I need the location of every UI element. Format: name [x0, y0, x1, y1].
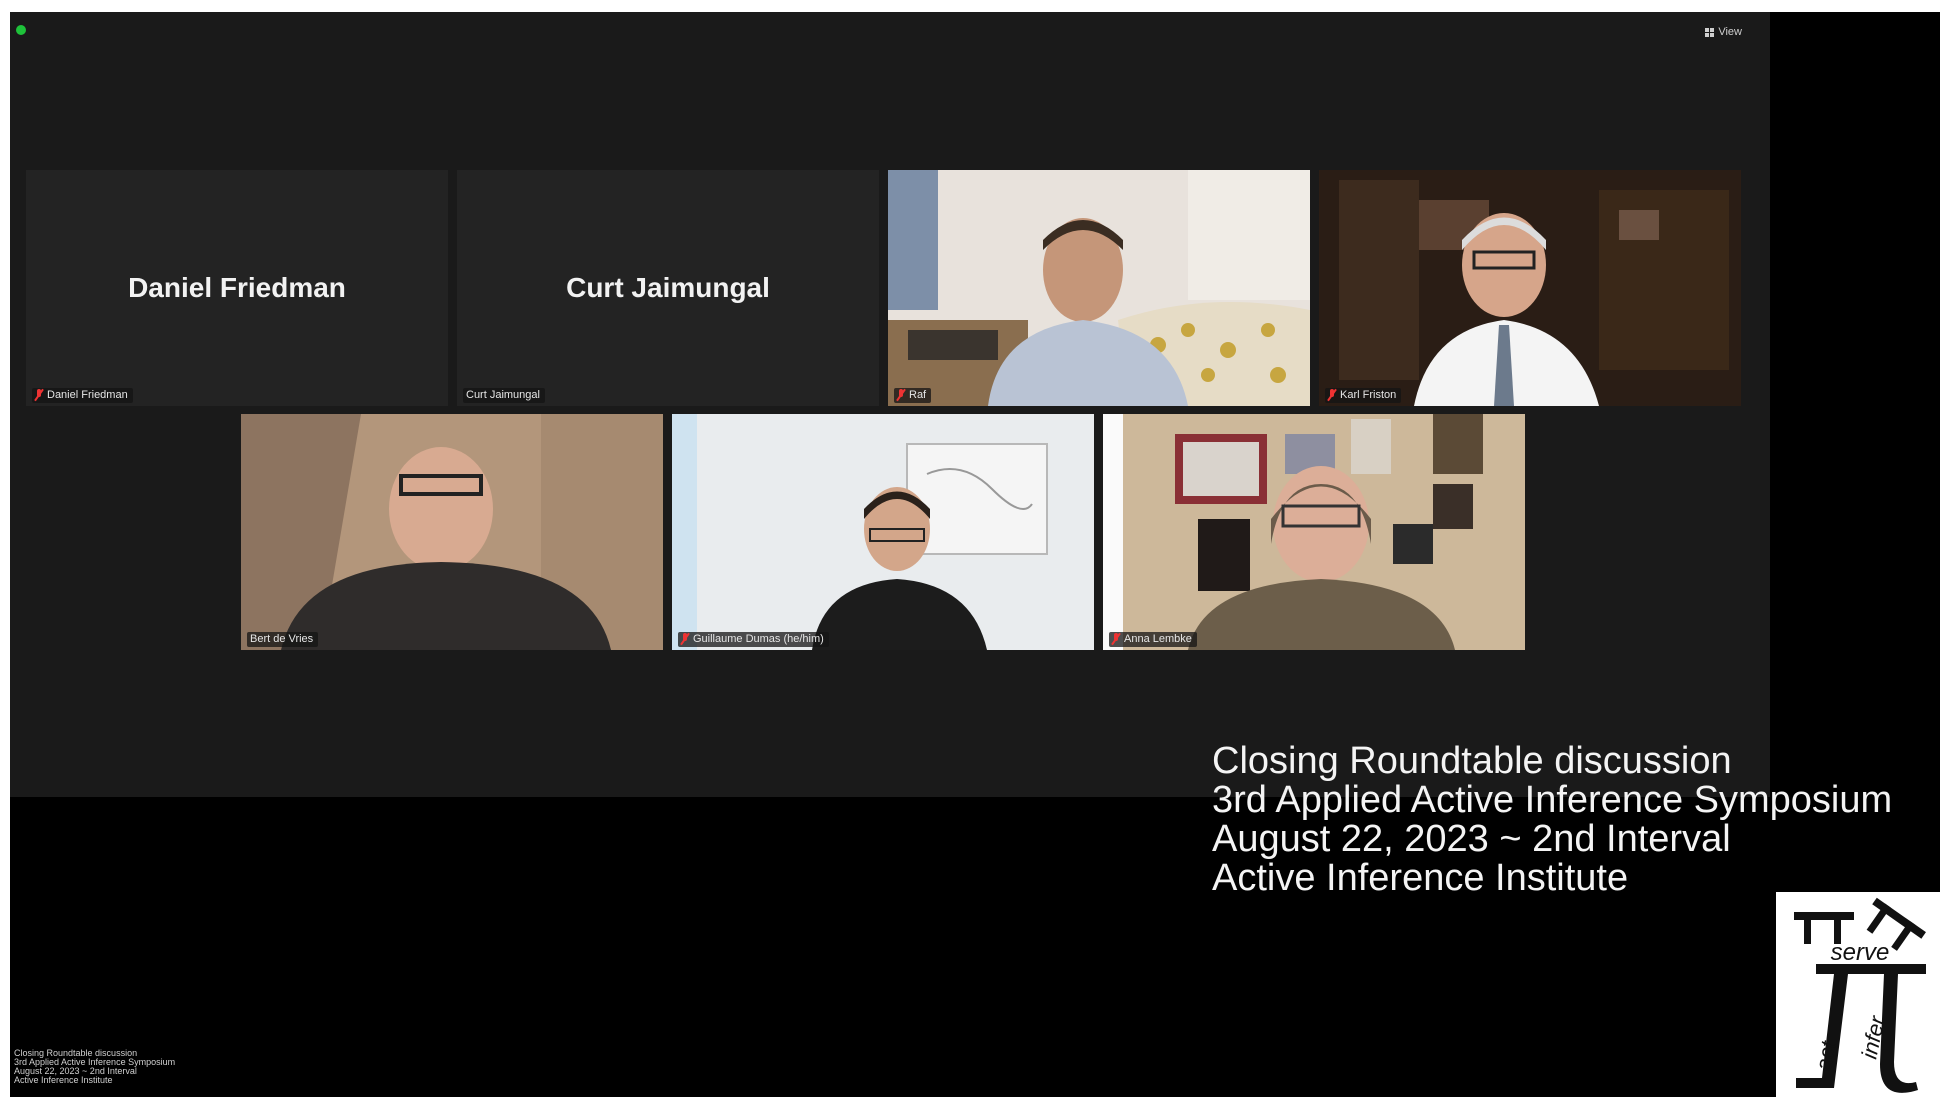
participant-label-text: Curt Jaimungal	[466, 389, 540, 401]
participant-video	[1103, 414, 1525, 650]
view-button-label: View	[1718, 26, 1742, 38]
logo-word-serve: serve	[1831, 939, 1890, 966]
participant-label: Daniel Friedman	[32, 388, 133, 403]
logo-word-act: act	[1810, 1038, 1841, 1073]
active-inference-logo: serve act infer	[1776, 892, 1940, 1097]
overlay-line-3: August 22, 2023 ~ 2nd Interval	[1212, 818, 1731, 860]
participant-video	[888, 170, 1310, 406]
participant-label: Anna Lembke	[1109, 632, 1197, 647]
muted-mic-icon	[35, 389, 43, 401]
participant-label-text: Bert de Vries	[250, 633, 314, 645]
participant-label-text: Anna Lembke	[1124, 633, 1192, 645]
participant-name-display: Curt Jaimungal	[566, 272, 770, 303]
participant-tile-curt-jaimungal[interactable]: Curt Jaimungal Curt Jaimungal	[457, 170, 879, 406]
overlay-line-2: 3rd Applied Active Inference Symposium	[1212, 779, 1893, 821]
grid-view-icon	[1705, 27, 1715, 37]
video-frame: View Daniel Friedman Daniel Friedman Cur…	[10, 12, 1940, 1097]
participant-label: Raf	[894, 388, 932, 403]
small-caption-line-4: Active Inference Institute	[14, 1075, 113, 1085]
event-title-overlay: Closing Roundtable discussion 3rd Applie…	[1212, 742, 1892, 898]
participant-label: Curt Jaimungal	[463, 388, 545, 403]
participant-tile-karl-friston[interactable]: Karl Friston	[1319, 170, 1741, 406]
recording-indicator-icon	[16, 25, 26, 35]
participant-video	[1319, 170, 1741, 406]
participant-tile-daniel-friedman[interactable]: Daniel Friedman Daniel Friedman	[26, 170, 448, 406]
participant-label-text: Raf	[909, 389, 927, 401]
participant-video	[241, 414, 663, 650]
participant-tile-bert-de-vries[interactable]: Bert de Vries	[241, 414, 663, 650]
participant-label: Karl Friston	[1325, 388, 1402, 403]
participant-label-text: Daniel Friedman	[47, 389, 128, 401]
participant-label: Bert de Vries	[247, 632, 319, 647]
muted-mic-icon	[1328, 389, 1336, 401]
participant-tile-guillaume-dumas[interactable]: Guillaume Dumas (he/him)	[672, 414, 1094, 650]
participant-name-display: Daniel Friedman	[128, 272, 346, 303]
participant-video	[672, 414, 1094, 650]
participant-tile-anna-lembke[interactable]: Anna Lembke	[1103, 414, 1525, 650]
muted-mic-icon	[897, 389, 905, 401]
logo-icon: serve act infer	[1794, 897, 1926, 1093]
participant-label: Guillaume Dumas (he/him)	[678, 632, 829, 647]
small-event-caption: Closing Roundtable discussion 3rd Applie…	[14, 1049, 175, 1085]
muted-mic-icon	[1112, 633, 1120, 645]
participant-label-text: Guillaume Dumas (he/him)	[693, 633, 824, 645]
zoom-gallery: View Daniel Friedman Daniel Friedman Cur…	[10, 12, 1770, 797]
participant-tile-raf[interactable]: Raf	[888, 170, 1310, 406]
muted-mic-icon	[681, 633, 689, 645]
view-button[interactable]: View	[1705, 26, 1742, 38]
participant-label-text: Karl Friston	[1340, 389, 1397, 401]
overlay-line-1: Closing Roundtable discussion	[1212, 740, 1732, 782]
